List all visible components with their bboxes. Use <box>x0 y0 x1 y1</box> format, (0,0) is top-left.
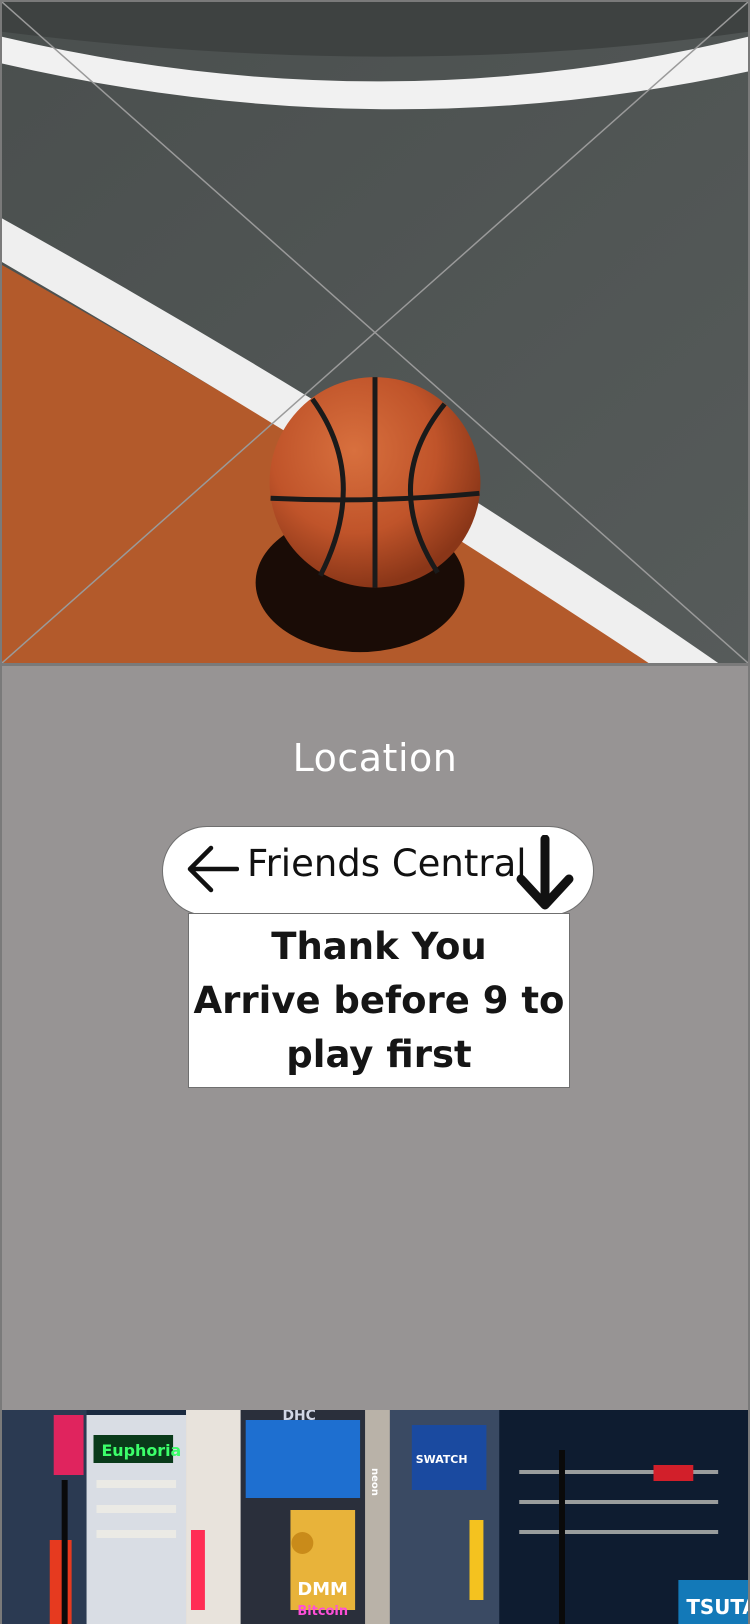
message-title: Thank You <box>271 924 487 968</box>
message-line: play first <box>286 1032 472 1076</box>
location-selector[interactable]: Friends Central <box>162 826 594 916</box>
arrow-left-icon[interactable] <box>187 845 239 893</box>
city-neon-image: Euphoria DHC SWATCH DMM Bitcoin TSUTA ne… <box>2 1410 748 1624</box>
neon-sign: DMM <box>297 1579 347 1600</box>
city-image: Euphoria DHC SWATCH DMM Bitcoin TSUTA ne… <box>0 1410 750 1624</box>
arrow-down-icon[interactable] <box>513 835 577 911</box>
location-heading: Location <box>292 736 458 780</box>
basketball-court-image <box>2 2 748 663</box>
neon-sign: DHC <box>282 1410 315 1424</box>
message-card: Thank You Arrive before 9 to play first <box>188 913 570 1088</box>
neon-sign: TSUTA <box>686 1595 748 1619</box>
neon-sign: neon <box>369 1468 380 1496</box>
neon-sign: SWATCH <box>416 1453 468 1466</box>
location-panel: Location Friends Central Thank You Arriv… <box>0 666 750 1410</box>
neon-sign: Bitcoin <box>297 1604 348 1619</box>
neon-sign: Euphoria <box>101 1441 181 1460</box>
location-name: Friends Central <box>247 842 527 885</box>
hero-image <box>0 0 750 666</box>
message-line: Arrive before 9 to <box>193 978 565 1022</box>
